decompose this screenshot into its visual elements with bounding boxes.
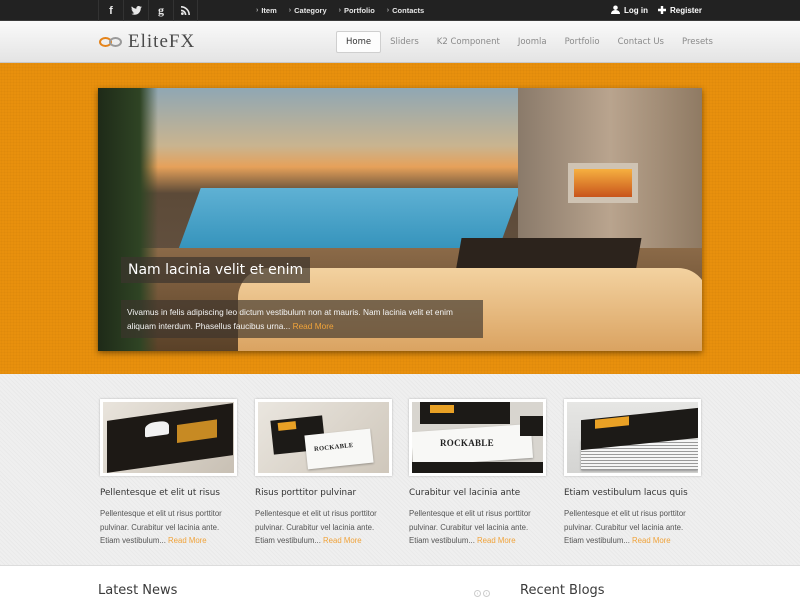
- feature-thumbnail[interactable]: [100, 399, 237, 476]
- chevron-right-icon: ›: [386, 7, 390, 14]
- site-header: EliteFX Home Sliders K2 Component Joomla…: [0, 21, 800, 63]
- top-menu-item[interactable]: › Item: [256, 6, 277, 15]
- feature-image-cards-grid: ROCKABLE: [412, 402, 543, 473]
- feature-image-card-stack: [567, 402, 698, 473]
- feature-title[interactable]: Pellentesque et elit ut risus: [100, 488, 237, 498]
- slide-caption-title: Nam lacinia velit et enim: [121, 257, 311, 283]
- feature-thumbnail[interactable]: ROCKABLE: [255, 399, 392, 476]
- nav-presets[interactable]: Presets: [673, 31, 722, 53]
- latest-news-heading: Latest News: [98, 583, 178, 598]
- top-menu-item-label: Contacts: [392, 6, 425, 15]
- logo-text: EliteFX: [128, 31, 196, 52]
- nav-joomla[interactable]: Joomla: [509, 31, 556, 53]
- feature-title[interactable]: Etiam vestibulum lacus quis: [564, 488, 701, 498]
- register-link[interactable]: Register: [657, 5, 702, 16]
- top-menu-category[interactable]: › Category: [289, 6, 327, 15]
- feature-item: ROCKABLE Curabitur vel lacinia ante Pell…: [409, 399, 546, 548]
- logo-infinity-icon: [98, 35, 124, 49]
- twitter-icon[interactable]: [123, 0, 148, 21]
- slideshow[interactable]: Nam lacinia velit et enim Vivamus in fel…: [98, 88, 702, 351]
- feature-thumbnail[interactable]: ROCKABLE: [409, 399, 546, 476]
- top-menu-item-label: Item: [261, 6, 277, 15]
- bottom-section: Latest News ‹ › Recent Blogs: [0, 566, 800, 600]
- features-section: Pellentesque et elit ut risus Pellentesq…: [0, 374, 800, 566]
- feature-image-book: [103, 402, 234, 473]
- auth-links: Log in Register: [610, 0, 702, 21]
- social-links: f g: [98, 0, 198, 21]
- nav-home[interactable]: Home: [336, 31, 382, 53]
- logo[interactable]: EliteFX: [98, 31, 195, 53]
- recent-blogs-heading: Recent Blogs: [520, 583, 605, 598]
- feature-read-more-link[interactable]: Read More: [477, 536, 516, 545]
- google-icon[interactable]: g: [148, 0, 173, 21]
- rss-icon[interactable]: [173, 0, 198, 21]
- slide-image-fireplace: [568, 163, 638, 203]
- slide-read-more-link[interactable]: Read More: [293, 321, 334, 331]
- thumb-word: ROCKABLE: [440, 438, 494, 448]
- top-menu-portfolio[interactable]: › Portfolio: [339, 6, 375, 15]
- feature-read-more-link[interactable]: Read More: [168, 536, 207, 545]
- nav-portfolio[interactable]: Portfolio: [556, 31, 609, 53]
- plus-icon: [657, 5, 666, 16]
- feature-item: Etiam vestibulum lacus quis Pellentesque…: [564, 399, 701, 548]
- feature-text: Pellentesque et elit ut risus porttitor …: [564, 507, 701, 548]
- feature-text: Pellentesque et elit ut risus porttitor …: [409, 507, 546, 548]
- nav-contact-us[interactable]: Contact Us: [609, 31, 673, 53]
- register-label: Register: [669, 6, 702, 15]
- chevron-right-icon: ›: [288, 7, 292, 14]
- news-pager: ‹ ›: [474, 590, 490, 597]
- login-label: Log in: [623, 6, 648, 15]
- feature-read-more-link[interactable]: Read More: [632, 536, 671, 545]
- top-menu-contacts[interactable]: › Contacts: [387, 6, 424, 15]
- top-menu-item-label: Portfolio: [343, 6, 375, 15]
- feature-item: Pellentesque et elit ut risus Pellentesq…: [100, 399, 237, 548]
- feature-text: Pellentesque et elit ut risus porttitor …: [255, 507, 392, 548]
- nav-k2-component[interactable]: K2 Component: [428, 31, 509, 53]
- feature-image-cards: ROCKABLE: [258, 402, 389, 473]
- feature-item: ROCKABLE Risus porttitor pulvinar Pellen…: [255, 399, 392, 548]
- chevron-right-icon: ›: [338, 7, 341, 14]
- next-arrow-icon[interactable]: ›: [483, 590, 490, 597]
- slide-caption-body: Vivamus in felis adipiscing leo dictum v…: [121, 300, 483, 338]
- nav-sliders[interactable]: Sliders: [381, 31, 428, 53]
- login-link[interactable]: Log in: [610, 5, 648, 16]
- top-menu: › Item › Category › Portfolio › Contacts: [256, 0, 424, 21]
- feature-text: Pellentesque et elit ut risus porttitor …: [100, 507, 237, 548]
- slide-caption-text: Vivamus in felis adipiscing leo dictum v…: [127, 307, 453, 331]
- top-bar: f g › Item › Category › Portfolio › Contacts…: [0, 0, 800, 21]
- feature-title[interactable]: Curabitur vel lacinia ante: [409, 488, 546, 498]
- chevron-right-icon: ›: [256, 7, 259, 14]
- prev-arrow-icon[interactable]: ‹: [474, 590, 481, 597]
- main-nav: Home Sliders K2 Component Joomla Portfol…: [336, 31, 722, 53]
- top-menu-item-label: Category: [294, 6, 327, 15]
- user-icon: [610, 5, 620, 16]
- feature-read-more-link[interactable]: Read More: [323, 536, 362, 545]
- facebook-icon[interactable]: f: [98, 0, 123, 21]
- feature-title[interactable]: Risus porttitor pulvinar: [255, 488, 392, 498]
- feature-thumbnail[interactable]: [564, 399, 701, 476]
